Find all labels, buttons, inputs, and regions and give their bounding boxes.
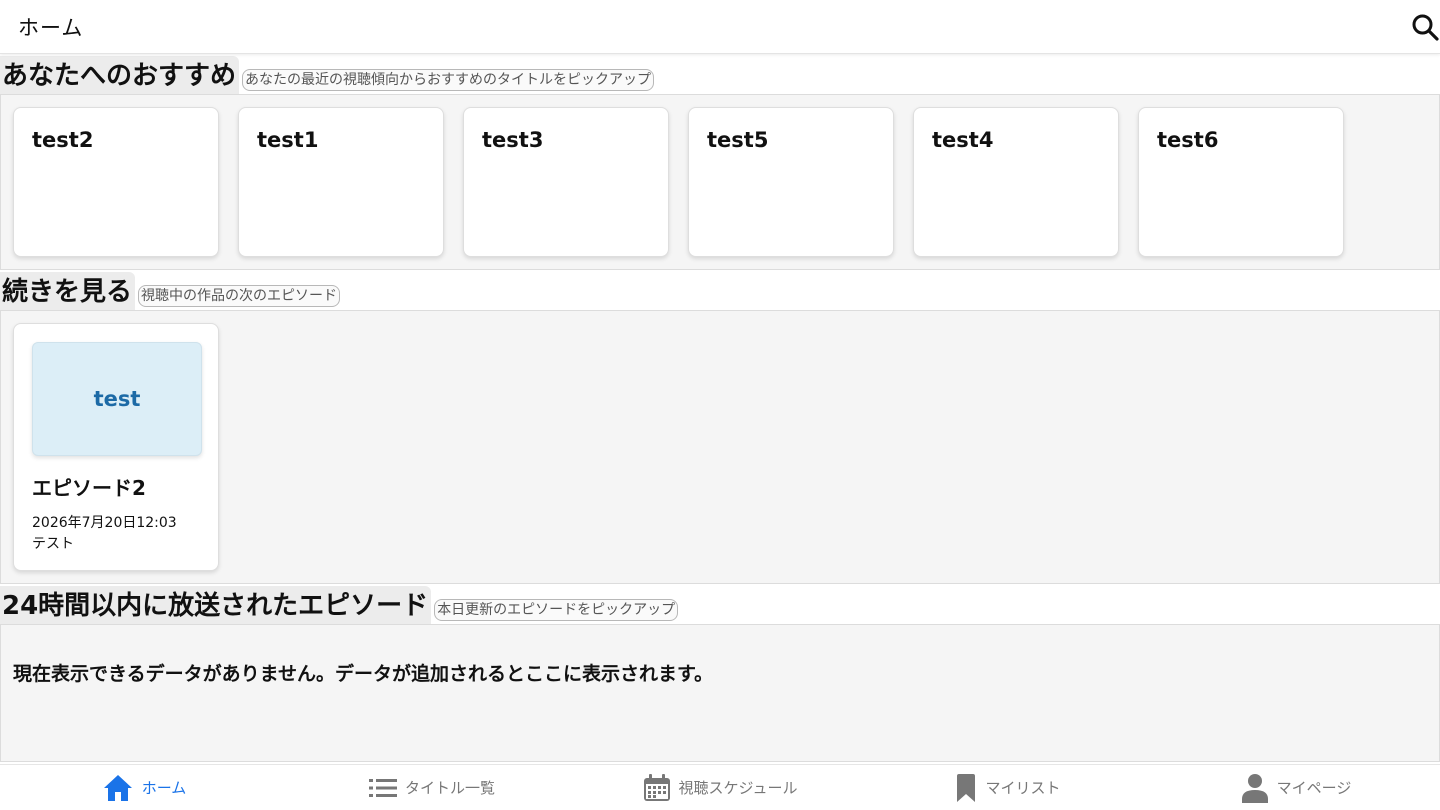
recommend-card[interactable]: test1 xyxy=(238,107,444,257)
recommend-card-title: test2 xyxy=(32,128,94,152)
main-content[interactable]: あなたへのおすすめ あなたの最近の視聴傾向からおすすめのタイトルをピックアップ … xyxy=(0,54,1440,764)
recommend-card-title: test5 xyxy=(707,128,769,152)
recent-section-header: 24時間以内に放送されたエピソード 本日更新のエピソードをピックアップ xyxy=(0,584,1440,624)
recommend-card-row: test2 test1 test3 test5 test4 test6 xyxy=(1,95,1439,269)
bookmark-icon xyxy=(955,773,977,802)
recommend-card[interactable]: test2 xyxy=(13,107,219,257)
bottom-nav: ホーム タイトル一覧 視聴スケジュール マイリスト マイページ xyxy=(0,764,1440,810)
search-icon xyxy=(1412,14,1439,41)
empty-message: 現在表示できるデータがありません。データが追加されるとここに表示されます。 xyxy=(13,663,714,685)
episode-card[interactable]: test エピソード2 2026年7月20日12:03 テスト xyxy=(13,323,219,571)
recommend-card[interactable]: test6 xyxy=(1138,107,1344,257)
home-icon xyxy=(102,773,134,803)
nav-item-mylist[interactable]: マイリスト xyxy=(864,765,1152,810)
recommend-section-header: あなたへのおすすめ あなたの最近の視聴傾向からおすすめのタイトルをピックアップ xyxy=(0,54,1440,94)
recommend-card-title: test3 xyxy=(482,128,544,152)
recommend-section-title: あなたへのおすすめ xyxy=(0,56,240,94)
episode-title: エピソード2 xyxy=(32,476,146,500)
recent-section-title: 24時間以内に放送されたエピソード xyxy=(0,586,432,624)
continue-section-header: 続きを見る 視聴中の作品の次のエピソード xyxy=(0,270,1440,310)
person-icon xyxy=(1241,773,1269,803)
page-title: ホーム xyxy=(18,15,84,40)
app-root: ホーム あなたへのおすすめ あなたの最近の視聴傾向からおすすめのタイトルをピック… xyxy=(0,0,1440,810)
recommend-section-body: test2 test1 test3 test5 test4 test6 xyxy=(0,94,1440,270)
recommend-card[interactable]: test3 xyxy=(463,107,669,257)
nav-item-title-list[interactable]: タイトル一覧 xyxy=(288,765,576,810)
nav-item-home[interactable]: ホーム xyxy=(0,765,288,810)
nav-item-label: マイリスト xyxy=(985,779,1061,797)
app-header: ホーム xyxy=(0,0,1440,54)
recommend-card-title: test1 xyxy=(257,128,319,152)
nav-item-label: タイトル一覧 xyxy=(404,779,495,797)
episode-description: テスト xyxy=(32,536,74,552)
episode-date: 2026年7月20日12:03 xyxy=(32,515,177,531)
continue-card-row: test エピソード2 2026年7月20日12:03 テスト xyxy=(1,311,1439,583)
continue-section-subtitle: 視聴中の作品の次のエピソード xyxy=(138,285,341,307)
calendar-icon xyxy=(643,773,671,802)
search-button[interactable] xyxy=(1398,0,1440,54)
nav-item-label: マイページ xyxy=(1276,779,1352,797)
recommend-card-title: test6 xyxy=(1157,128,1219,152)
episode-thumbnail-label: test xyxy=(93,387,141,411)
recommend-card[interactable]: test4 xyxy=(913,107,1119,257)
recent-section-body: 現在表示できるデータがありません。データが追加されるとここに表示されます。 xyxy=(0,624,1440,762)
continue-section-title: 続きを見る xyxy=(0,272,136,310)
recommend-card-title: test4 xyxy=(932,128,994,152)
nav-item-label: ホーム xyxy=(141,779,187,797)
recent-section-subtitle: 本日更新のエピソードをピックアップ xyxy=(434,599,679,621)
recommend-card[interactable]: test5 xyxy=(688,107,894,257)
continue-section-body: test エピソード2 2026年7月20日12:03 テスト xyxy=(0,310,1440,584)
episode-thumbnail: test xyxy=(32,342,202,456)
nav-item-schedule[interactable]: 視聴スケジュール xyxy=(576,765,864,810)
recommend-section-subtitle: あなたの最近の視聴傾向からおすすめのタイトルをピックアップ xyxy=(242,69,655,91)
list-icon xyxy=(368,777,397,799)
nav-item-label: 視聴スケジュール xyxy=(678,779,798,797)
nav-item-mypage[interactable]: マイページ xyxy=(1152,765,1440,810)
